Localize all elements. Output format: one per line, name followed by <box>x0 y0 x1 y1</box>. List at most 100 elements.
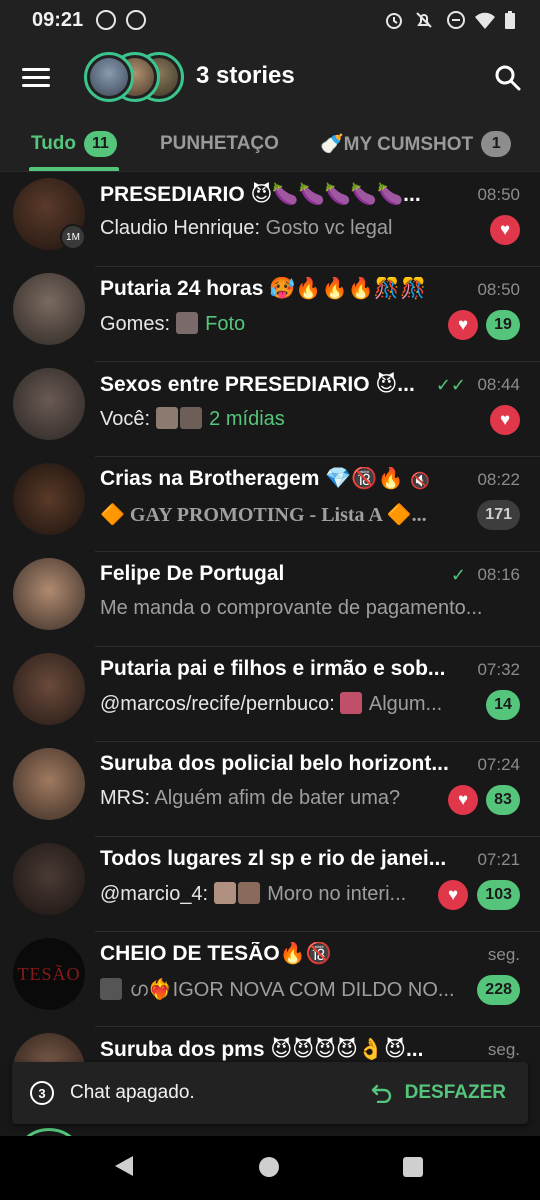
message-sender: Você: <box>100 408 151 430</box>
battery-icon <box>505 11 515 29</box>
tab-count-badge: 11 <box>84 131 117 157</box>
stories-avatars[interactable] <box>84 52 184 104</box>
video-thumbnail <box>213 882 236 904</box>
undo-icon <box>371 1084 391 1103</box>
chat-title: Suruba dos policial belo horizont... <box>100 752 449 775</box>
chat-time: 08:50 <box>477 280 520 299</box>
recent-apps-icon[interactable] <box>403 1157 423 1177</box>
chat-avatar <box>13 558 85 630</box>
chat-avatar <box>13 1128 85 1136</box>
message-text: ഗ❤️‍🔥IGOR NOVA COM DILDO NO... <box>129 979 455 1001</box>
chat-time: 08:22 <box>477 470 520 489</box>
countdown-timer: 3 <box>30 1081 54 1105</box>
tab-punhetaco[interactable]: PUNHETAÇO <box>160 116 279 172</box>
chat-title: PRESEDIARIO 😈🍆🍆🍆🍆🍆... <box>100 183 421 206</box>
notifications-off-icon <box>416 12 432 28</box>
chat-preview: Claudio Henrique: Gosto vc legal <box>100 217 410 240</box>
chat-preview: @marcio_4: Moro no interi... <box>100 882 422 906</box>
chat-avatar <box>13 843 85 915</box>
chat-row[interactable]: Todos lugares zl sp e rio de janei... 07… <box>0 837 540 932</box>
muted-icon: 🔇 <box>410 473 430 490</box>
unread-badge: 14 <box>486 690 520 720</box>
tab-my-cumshot[interactable]: 🍼MY CUMSHOT 1 <box>320 116 512 172</box>
message-sender: @marcio_4: <box>100 883 209 905</box>
tab-label: 🍼MY CUMSHOT <box>320 134 474 155</box>
level-badge: 1M <box>60 224 86 250</box>
app-notification-icon <box>96 10 116 30</box>
chat-row[interactable]: Felipe De Portugal ✓ 08:16 Me manda o co… <box>0 552 540 647</box>
message-sender: @marcos/recife/pernbuco: <box>100 693 335 715</box>
tab-label: PUNHETAÇO <box>160 133 279 154</box>
chat-row[interactable]: Sexos entre PRESEDIARIO 😈... ✓✓ 08:44 Vo… <box>0 362 540 457</box>
photo-thumbnail <box>175 312 198 334</box>
chat-avatar <box>13 273 85 345</box>
chat-preview: Me manda o comprovante de pagamento... <box>100 597 500 620</box>
unread-badge: 228 <box>477 975 520 1005</box>
chat-title: Todos lugares zl sp e rio de janei... <box>100 847 447 870</box>
chat-list: 1M PRESEDIARIO 😈🍆🍆🍆🍆🍆... 08:50 Claudio H… <box>0 172 540 1136</box>
search-icon[interactable] <box>494 64 522 92</box>
chat-row[interactable]: Putaria pai e filhos e irmão e sob... 07… <box>0 647 540 742</box>
chat-avatar <box>13 653 85 725</box>
chat-row[interactable]: Suruba dos policial belo horizont... 07:… <box>0 742 540 837</box>
chat-avatar <box>13 368 85 440</box>
read-check-icon: ✓ <box>450 565 466 585</box>
message-text: Moro no interi... <box>267 883 407 905</box>
chat-row[interactable]: Putaria 24 horas 🥵🔥🔥🔥🎊🎊 08:50 Gomes: Fot… <box>0 267 540 362</box>
heart-reaction-icon[interactable]: ♥ <box>438 880 468 910</box>
story-avatar[interactable] <box>84 52 134 102</box>
chat-title: Suruba dos pms 😈😈😈😈👌😈... <box>100 1038 424 1061</box>
status-time: 09:21 <box>32 9 84 31</box>
chat-preview: ഗ❤️‍🔥IGOR NOVA COM DILDO NO... <box>100 977 460 1002</box>
tab-label: Tudo <box>31 133 77 154</box>
chat-title: Putaria pai e filhos e irmão e sob... <box>100 657 446 680</box>
unread-badge: 83 <box>486 785 520 815</box>
chat-preview: Você: 2 mídias <box>100 407 420 431</box>
undo-button[interactable]: DESFAZER <box>371 1082 506 1104</box>
chat-row[interactable] <box>0 1122 540 1136</box>
back-icon[interactable] <box>115 1156 133 1176</box>
chat-row[interactable]: TESÃO CHEIO DE TESÃO🔥🔞 seg. ഗ❤️‍🔥IGOR NO… <box>0 932 540 1027</box>
chat-time: 07:24 <box>477 755 520 774</box>
chat-preview: 🔶 GAY PROMOTING - Lista A 🔶... <box>100 502 450 527</box>
heart-reaction-icon[interactable]: ♥ <box>448 785 478 815</box>
video-thumbnail <box>237 882 260 904</box>
message-sender: Claudio Henrique: <box>100 217 261 239</box>
message-text: Alguém afim de bater uma? <box>150 787 401 809</box>
chat-preview: Gomes: Foto <box>100 312 420 336</box>
chat-preview: MRS: Alguém afim de bater uma? <box>100 787 430 810</box>
message-text: Algum... <box>364 693 443 715</box>
home-icon[interactable] <box>259 1157 279 1177</box>
message-text: Me manda o comprovante de pagamento... <box>100 597 483 619</box>
active-tab-indicator <box>29 167 119 171</box>
chat-row[interactable]: 1M PRESEDIARIO 😈🍆🍆🍆🍆🍆... 08:50 Claudio H… <box>0 172 540 267</box>
snackbar-message: Chat apagado. <box>70 1082 195 1103</box>
chat-row[interactable]: Crias na Brotheragem 💎🔞🔥 🔇 08:22 🔶 GAY P… <box>0 457 540 552</box>
app-notification-icon-2 <box>126 10 146 30</box>
menu-icon[interactable] <box>22 68 50 88</box>
unread-badge: 19 <box>486 310 520 340</box>
chat-avatar <box>13 748 85 820</box>
alarm-icon <box>386 13 402 29</box>
chat-title: CHEIO DE TESÃO🔥🔞 <box>100 942 332 965</box>
heart-reaction-icon[interactable]: ♥ <box>448 310 478 340</box>
heart-reaction-icon[interactable]: ♥ <box>490 405 520 435</box>
stories-title[interactable]: 3 stories <box>196 62 295 90</box>
status-icons <box>384 9 516 31</box>
undo-snackbar: 3 Chat apagado. DESFAZER <box>12 1062 528 1124</box>
message-sender: Gomes: <box>100 313 171 335</box>
video-thumbnail <box>100 978 122 1000</box>
toolbar: 3 stories <box>0 40 540 116</box>
status-bar: 09:21 <box>0 0 540 40</box>
message-text: Foto <box>205 313 246 335</box>
message-text: 2 mídias <box>209 408 285 430</box>
video-thumbnail <box>179 407 202 429</box>
chat-avatar: TESÃO <box>13 938 85 1010</box>
folder-tabs: Tudo 11 PUNHETAÇO 🍼MY CUMSHOT 1 <box>0 116 540 172</box>
tab-tudo[interactable]: Tudo 11 <box>31 116 117 172</box>
chat-avatar <box>13 463 85 535</box>
video-thumbnail <box>155 407 178 429</box>
dnd-icon <box>447 11 465 29</box>
heart-reaction-icon[interactable]: ♥ <box>490 215 520 245</box>
read-double-check-icon: ✓✓ <box>435 375 466 395</box>
